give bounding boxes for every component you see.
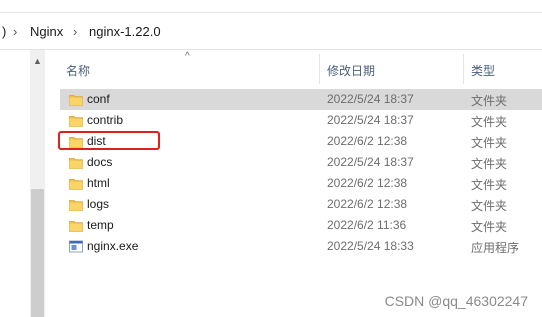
folder-icon	[69, 156, 83, 172]
folder-icon	[69, 114, 83, 130]
scrollbar[interactable]: ▲	[30, 50, 45, 317]
file-row-conf[interactable]: conf 2022/5/24 18:37 文件夹	[60, 89, 542, 110]
breadcrumb-item-nginx-version[interactable]: nginx-1.22.0	[89, 24, 161, 39]
breadcrumb-item-parent[interactable]: )	[2, 24, 6, 39]
file-row-logs[interactable]: logs 2022/6/2 12:38 文件夹	[60, 194, 542, 215]
file-name: nginx.exe	[87, 239, 139, 253]
file-type: 文件夹	[471, 178, 508, 192]
file-type: 文件夹	[471, 94, 508, 108]
file-row-nginx-exe[interactable]: nginx.exe 2022/5/24 18:33 应用程序	[60, 236, 542, 257]
chevron-right-icon[interactable]: ›	[13, 24, 17, 39]
scroll-up-arrow-icon[interactable]: ▲	[30, 54, 45, 68]
exe-icon	[69, 240, 83, 256]
file-modified: 2022/5/24 18:37	[327, 92, 414, 106]
column-header-name[interactable]: 名称	[66, 62, 90, 79]
file-type: 文件夹	[471, 199, 508, 213]
file-modified: 2022/6/2 11:36	[327, 218, 407, 232]
chevron-right-icon[interactable]: ›	[73, 24, 77, 39]
breadcrumb-item-nginx[interactable]: Nginx	[30, 24, 63, 39]
file-modified: 2022/6/2 12:38	[327, 134, 408, 148]
file-type: 文件夹	[471, 157, 508, 171]
annotation-highlight-box	[58, 131, 160, 150]
watermark: CSDN @qq_46302247	[384, 293, 528, 309]
column-header: ^ 名称 修改日期 类型	[45, 50, 542, 88]
folder-icon	[69, 219, 83, 235]
file-name: docs	[87, 155, 113, 169]
file-type: 应用程序	[471, 241, 520, 255]
column-divider[interactable]	[319, 54, 320, 84]
file-name: contrib	[87, 113, 124, 127]
column-divider[interactable]	[463, 54, 464, 84]
folder-icon	[69, 177, 83, 193]
file-modified: 2022/5/24 18:37	[327, 155, 414, 169]
address-bar[interactable]: ) › Nginx › nginx-1.22.0	[0, 13, 542, 50]
window-top-strip	[0, 0, 542, 13]
file-type: 文件夹	[471, 115, 508, 129]
scroll-thumb[interactable]	[31, 189, 44, 317]
sort-ascending-icon: ^	[185, 51, 190, 62]
file-type: 文件夹	[471, 220, 508, 234]
file-modified: 2022/6/2 12:38	[327, 176, 408, 190]
folder-icon	[69, 198, 83, 214]
file-type: 文件夹	[471, 136, 508, 150]
folder-icon	[69, 93, 83, 109]
column-header-modified[interactable]: 修改日期	[327, 62, 375, 79]
navigation-pane[interactable]	[0, 50, 30, 317]
file-name: logs	[87, 197, 110, 211]
file-row-html[interactable]: html 2022/6/2 12:38 文件夹	[60, 173, 542, 194]
file-row-contrib[interactable]: contrib 2022/5/24 18:37 文件夹	[60, 110, 542, 131]
file-modified: 2022/5/24 18:33	[327, 239, 414, 253]
column-header-type[interactable]: 类型	[471, 62, 495, 79]
file-row-temp[interactable]: temp 2022/6/2 11:36 文件夹	[60, 215, 542, 236]
file-modified: 2022/6/2 12:38	[327, 197, 408, 211]
file-name: html	[87, 176, 110, 190]
file-name: conf	[87, 92, 110, 106]
file-row-docs[interactable]: docs 2022/5/24 18:37 文件夹	[60, 152, 542, 173]
file-name: temp	[87, 218, 114, 232]
file-modified: 2022/5/24 18:37	[327, 113, 414, 127]
